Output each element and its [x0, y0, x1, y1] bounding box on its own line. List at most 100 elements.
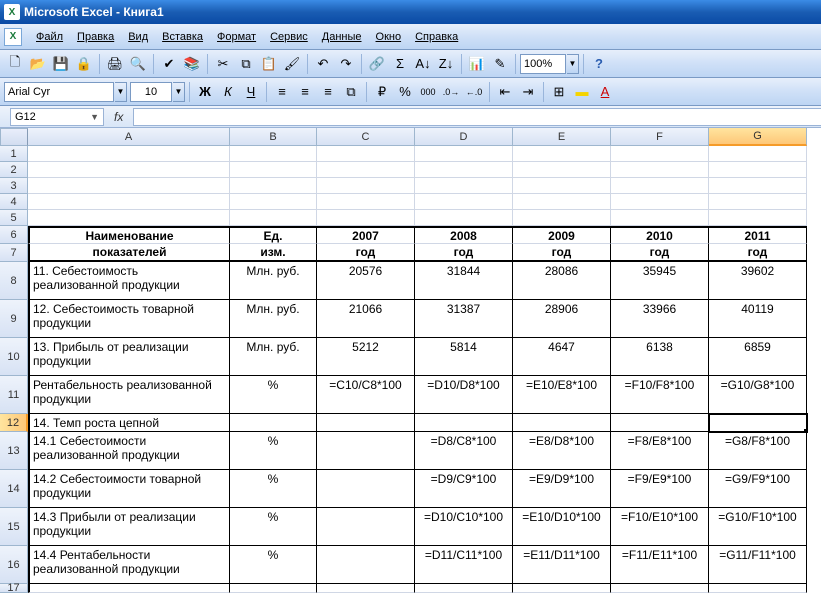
cell-F[interactable]: 2010 [611, 226, 709, 244]
menu-help[interactable]: Справка [409, 29, 464, 45]
cell-C[interactable] [317, 584, 415, 593]
cell-C[interactable]: 20576 [317, 262, 415, 300]
cell-B[interactable] [230, 210, 317, 226]
cell-B[interactable]: Млн. руб. [230, 262, 317, 300]
cell-D[interactable]: =D11/C11*100 [415, 546, 513, 584]
cell-D[interactable] [415, 178, 513, 194]
cell-E[interactable]: 28086 [513, 262, 611, 300]
cell-B[interactable]: Млн. руб. [230, 338, 317, 376]
cell-G[interactable] [709, 210, 807, 226]
decrease-indent-icon[interactable]: ⇤ [494, 81, 516, 103]
cell-A[interactable] [28, 584, 230, 593]
paste-icon[interactable]: 📋 [258, 53, 280, 75]
cell-A[interactable] [28, 162, 230, 178]
borders-icon[interactable]: ⊞ [548, 81, 570, 103]
row-header-8[interactable]: 8 [0, 262, 28, 300]
align-right-icon[interactable]: ≡ [317, 81, 339, 103]
cell-D[interactable]: 2008 [415, 226, 513, 244]
col-header-G[interactable]: G [709, 128, 807, 146]
menu-format[interactable]: Формат [211, 29, 262, 45]
cell-G[interactable] [709, 146, 807, 162]
cell-G[interactable]: =G9/F9*100 [709, 470, 807, 508]
col-header-A[interactable]: A [28, 128, 230, 146]
underline-icon[interactable]: Ч [240, 81, 262, 103]
cell-F[interactable] [611, 162, 709, 178]
font-size-dropdown-icon[interactable]: ▼ [173, 82, 185, 102]
grid-body[interactable]: 123456НаименованиеЕд.2007200820092010201… [0, 146, 821, 593]
cell-F[interactable] [611, 146, 709, 162]
cell-G[interactable]: =G10/G8*100 [709, 376, 807, 414]
cell-F[interactable] [611, 178, 709, 194]
cell-A[interactable]: Наименование [28, 226, 230, 244]
cell-D[interactable]: =D10/D8*100 [415, 376, 513, 414]
name-box[interactable]: G12 ▼ [10, 108, 104, 126]
row-header-3[interactable]: 3 [0, 178, 28, 194]
help-icon[interactable]: ? [588, 53, 610, 75]
cell-G[interactable]: =G8/F8*100 [709, 432, 807, 470]
cell-C[interactable] [317, 210, 415, 226]
fill-color-icon[interactable]: ▬ [571, 81, 593, 103]
cell-D[interactable] [415, 210, 513, 226]
cell-D[interactable]: =D9/C9*100 [415, 470, 513, 508]
cell-A[interactable]: показателей [28, 244, 230, 262]
cell-F[interactable]: год [611, 244, 709, 262]
cell-G[interactable]: 39602 [709, 262, 807, 300]
cell-E[interactable]: 4647 [513, 338, 611, 376]
print-preview-icon[interactable]: 🔍 [127, 53, 149, 75]
cell-F[interactable]: =F10/F8*100 [611, 376, 709, 414]
cut-icon[interactable]: ✂ [212, 53, 234, 75]
cell-C[interactable]: 2007 [317, 226, 415, 244]
cell-A[interactable]: 11. Себестоимость реализованной продукци… [28, 262, 230, 300]
cell-D[interactable] [415, 146, 513, 162]
italic-icon[interactable]: К [217, 81, 239, 103]
cell-D[interactable]: год [415, 244, 513, 262]
menu-view[interactable]: Вид [122, 29, 154, 45]
row-header-13[interactable]: 13 [0, 432, 28, 470]
increase-decimal-icon[interactable]: .0→ [440, 81, 462, 103]
cell-B[interactable]: изм. [230, 244, 317, 262]
research-icon[interactable]: 📚 [181, 53, 203, 75]
cell-B[interactable]: % [230, 432, 317, 470]
formula-input[interactable] [133, 108, 821, 126]
cell-G[interactable]: 40119 [709, 300, 807, 338]
cell-E[interactable] [513, 146, 611, 162]
redo-icon[interactable]: ↷ [335, 53, 357, 75]
cell-A[interactable] [28, 194, 230, 210]
cell-B[interactable] [230, 146, 317, 162]
cell-D[interactable] [415, 194, 513, 210]
cell-D[interactable]: 31844 [415, 262, 513, 300]
cell-E[interactable] [513, 194, 611, 210]
row-header-14[interactable]: 14 [0, 470, 28, 508]
cell-C[interactable] [317, 470, 415, 508]
row-header-9[interactable]: 9 [0, 300, 28, 338]
cell-E[interactable] [513, 178, 611, 194]
cell-E[interactable] [513, 210, 611, 226]
save-icon[interactable]: 💾 [50, 53, 72, 75]
cell-B[interactable] [230, 178, 317, 194]
cell-D[interactable]: 5814 [415, 338, 513, 376]
open-icon[interactable]: 📂 [27, 53, 49, 75]
format-painter-icon[interactable]: 🖌 [281, 53, 303, 75]
cell-B[interactable]: Ед. [230, 226, 317, 244]
comma-style-icon[interactable]: 000 [417, 81, 439, 103]
col-header-C[interactable]: C [317, 128, 415, 146]
spellcheck-icon[interactable]: ✔ [158, 53, 180, 75]
align-left-icon[interactable]: ≡ [271, 81, 293, 103]
cell-E[interactable]: 28906 [513, 300, 611, 338]
zoom-box[interactable]: 100% [520, 54, 566, 74]
col-header-D[interactable]: D [415, 128, 513, 146]
cell-A[interactable]: 13. Прибыль от реализации продукции [28, 338, 230, 376]
permissions-icon[interactable]: 🔒 [73, 53, 95, 75]
name-box-dropdown-icon[interactable]: ▼ [90, 112, 99, 122]
cell-E[interactable]: =E10/D10*100 [513, 508, 611, 546]
cell-D[interactable] [415, 584, 513, 593]
cell-E[interactable]: =E8/D8*100 [513, 432, 611, 470]
new-icon[interactable]: 🗋 [4, 53, 26, 75]
col-header-E[interactable]: E [513, 128, 611, 146]
font-name-box[interactable]: Arial Cyr [4, 82, 114, 102]
cell-C[interactable] [317, 546, 415, 584]
autosum-icon[interactable]: Σ [389, 53, 411, 75]
cell-A[interactable] [28, 178, 230, 194]
cell-B[interactable] [230, 414, 317, 432]
cell-F[interactable]: 33966 [611, 300, 709, 338]
